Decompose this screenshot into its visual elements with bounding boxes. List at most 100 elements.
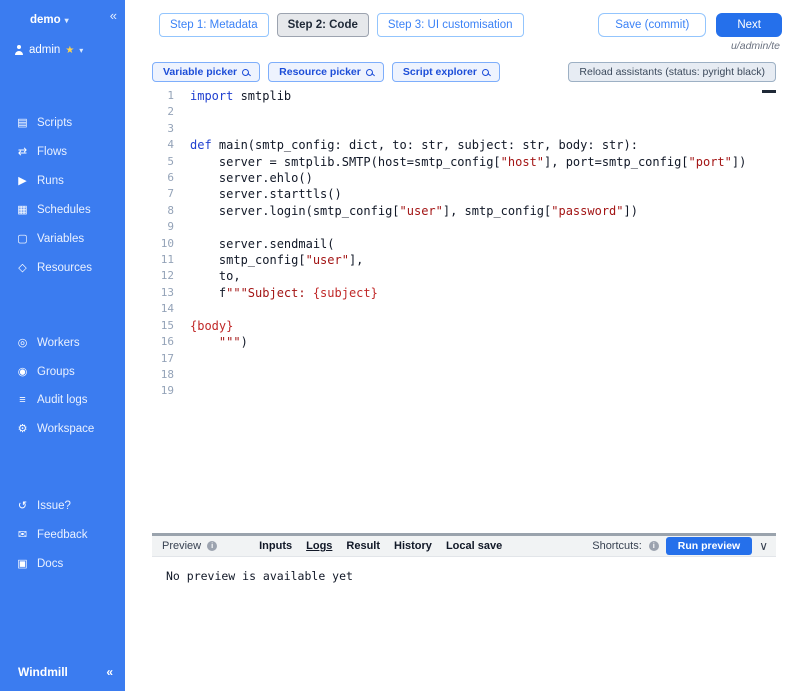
resource-picker-button[interactable]: Resource picker xyxy=(268,62,384,82)
issue-icon: ↺ xyxy=(16,499,29,512)
sidebar-footer-collapse-icon[interactable]: « xyxy=(106,665,113,679)
code-icon: ▤ xyxy=(16,116,29,129)
resource-icon: ◇ xyxy=(16,261,29,274)
code-line: 5 server = smtplib.SMTP(host=smtp_config… xyxy=(152,154,776,170)
code-line: 18 xyxy=(152,367,776,383)
tab-logs[interactable]: Logs xyxy=(306,540,332,552)
sidebar-item-label: Resources xyxy=(37,262,92,274)
code-line: 3 xyxy=(152,121,776,137)
tab-history[interactable]: History xyxy=(394,540,432,552)
sidebar-item-variables[interactable]: ▢Variables xyxy=(0,224,125,253)
sidebar-item-workspace[interactable]: ⚙Workspace xyxy=(0,414,125,443)
search-icon xyxy=(242,69,249,76)
line-number: 6 xyxy=(152,170,174,186)
sidebar-collapse-icon[interactable]: « xyxy=(110,8,117,23)
line-number: 19 xyxy=(152,383,174,399)
preview-panel: Preview i Inputs Logs Result History Local s… xyxy=(152,533,776,691)
sidebar-item-flows[interactable]: ⇄Flows xyxy=(0,137,125,166)
preview-message: No preview is available yet xyxy=(166,569,353,583)
user-name: admin xyxy=(29,44,60,56)
line-number: 5 xyxy=(152,154,174,170)
line-number: 14 xyxy=(152,301,174,317)
code-editor-section: Variable picker Resource picker Script exp… xyxy=(152,62,776,533)
code-line: 10 server.sendmail( xyxy=(152,236,776,252)
chevron-down-icon: ▾ xyxy=(79,46,83,55)
code-line: 15{body} xyxy=(152,318,776,334)
line-content: server.starttls() xyxy=(190,186,342,202)
next-button[interactable]: Next xyxy=(716,13,782,37)
code-editor[interactable]: 1import smtplib234def main(smtp_config: … xyxy=(152,88,776,533)
wizard-step-3[interactable]: Step 3: UI customisation xyxy=(377,13,524,37)
line-number: 17 xyxy=(152,351,174,367)
sidebar-item-feedback[interactable]: ✉Feedback xyxy=(0,520,125,549)
tab-inputs[interactable]: Inputs xyxy=(259,540,292,552)
sidebar-item-label: Scripts xyxy=(37,117,72,129)
variable-picker-button[interactable]: Variable picker xyxy=(152,62,260,82)
line-number: 3 xyxy=(152,121,174,137)
preview-header-right: Shortcuts: i Run preview ∨ xyxy=(592,537,768,555)
sidebar-item-runs[interactable]: ▶Runs xyxy=(0,166,125,195)
sidebar-item-resources[interactable]: ◇ Resources xyxy=(0,253,125,282)
save-commit-button[interactable]: Save (commit) xyxy=(598,13,706,37)
reload-assistants-button[interactable]: Reload assistants (status: pyright black… xyxy=(568,62,776,82)
workspace-switcher[interactable]: demo ▾ xyxy=(0,0,125,26)
code-line: 19 xyxy=(152,383,776,399)
collapse-panel-icon[interactable]: ∨ xyxy=(759,539,768,553)
chevron-down-icon: ▾ xyxy=(65,16,69,25)
sidebar-item-docs[interactable]: ▣ Docs xyxy=(0,549,125,578)
tab-local-save[interactable]: Local save xyxy=(446,540,502,552)
docs-icon: ▣ xyxy=(16,557,29,570)
sidebar-item-schedules[interactable]: ▦Schedules xyxy=(0,195,125,224)
line-content: import smtplib xyxy=(190,88,291,104)
line-number: 9 xyxy=(152,219,174,235)
sidebar-item-label: Docs xyxy=(37,558,63,570)
user-menu[interactable]: admin ★ ▾ xyxy=(0,26,125,56)
sidebar-group-admin: ◎Workers◉Groups≡Audit logs⚙Workspace xyxy=(0,328,125,443)
sidebar: « demo ▾ admin ★ ▾ ▤ Scripts ⇄Flows▶Runs▦S… xyxy=(0,0,125,691)
code-line: 17 xyxy=(152,351,776,367)
line-content: to, xyxy=(190,268,241,284)
script-explorer-button[interactable]: Script explorer xyxy=(392,62,500,82)
code-line: 8 server.login(smtp_config["user"], smtp… xyxy=(152,203,776,219)
preview-content: No preview is available yet xyxy=(152,557,776,691)
sidebar-item-label: Issue? xyxy=(37,500,71,512)
line-number: 11 xyxy=(152,252,174,268)
variable-icon: ▢ xyxy=(16,232,29,245)
shortcuts-label: Shortcuts: xyxy=(592,540,642,552)
line-number: 1 xyxy=(152,88,174,104)
line-content: def main(smtp_config: dict, to: str, sub… xyxy=(190,137,638,153)
code-line: 7 server.starttls() xyxy=(152,186,776,202)
code-line: 2 xyxy=(152,104,776,120)
sidebar-footer: Windmill « xyxy=(0,659,125,685)
line-number: 13 xyxy=(152,285,174,301)
play-icon: ▶ xyxy=(16,174,29,187)
sidebar-item-label: Feedback xyxy=(37,529,88,541)
sidebar-item-audit-logs[interactable]: ≡Audit logs xyxy=(0,386,125,414)
info-icon: i xyxy=(649,541,659,551)
line-number: 8 xyxy=(152,203,174,219)
sidebar-item-scripts[interactable]: ▤ Scripts xyxy=(0,108,125,137)
tab-result[interactable]: Result xyxy=(346,540,380,552)
line-content: """) xyxy=(190,334,248,350)
editor-scrollbar[interactable] xyxy=(762,90,776,93)
run-preview-button[interactable]: Run preview xyxy=(666,537,752,555)
sidebar-item-label: Groups xyxy=(37,366,75,378)
preview-title: Preview xyxy=(162,540,201,552)
wizard-step-1[interactable]: Step 1: Metadata xyxy=(159,13,269,37)
line-content: smtp_config["user"], xyxy=(190,252,363,268)
sidebar-nav: ▤Scripts⇄Flows▶Runs▦Schedules▢Variables◇… xyxy=(0,108,125,578)
flow-icon: ⇄ xyxy=(16,145,29,158)
sidebar-item-groups[interactable]: ◉Groups xyxy=(0,357,125,386)
line-content: server.ehlo() xyxy=(190,170,313,186)
line-content: server.sendmail( xyxy=(190,236,335,252)
search-icon xyxy=(366,69,373,76)
code-line: 14 xyxy=(152,301,776,317)
sidebar-item-workers[interactable]: ◎Workers xyxy=(0,328,125,357)
preview-tabs: Inputs Logs Result History Local save xyxy=(259,540,502,552)
code-line: 16 """) xyxy=(152,334,776,350)
sidebar-item-label: Schedules xyxy=(37,204,91,216)
wizard-step-2[interactable]: Step 2: Code xyxy=(277,13,369,37)
picker-label: Script explorer xyxy=(403,66,477,78)
audit-icon: ≡ xyxy=(16,394,29,406)
sidebar-item-issue[interactable]: ↺ Issue? xyxy=(0,491,125,520)
